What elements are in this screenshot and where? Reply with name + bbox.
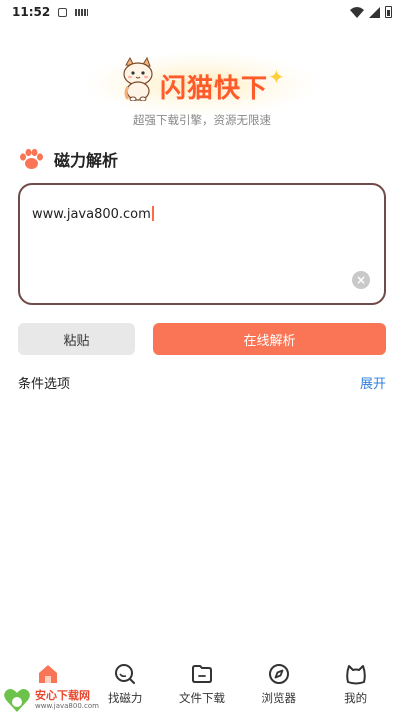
nav-item-profile[interactable]: 我的 xyxy=(320,662,392,706)
home-icon xyxy=(39,665,58,683)
status-right xyxy=(350,6,392,18)
nav-label-find-magnet: 找磁力 xyxy=(107,691,143,705)
cat-mascot-icon xyxy=(123,57,153,101)
filter-options-row: 条件选项 展开 xyxy=(18,372,386,392)
paste-button[interactable]: 粘贴 xyxy=(18,323,135,355)
nav-label-browser: 浏览器 xyxy=(261,691,297,705)
clear-input-icon[interactable]: × xyxy=(352,271,370,289)
logo-title: 闪猫快下 xyxy=(160,74,269,104)
section-title: 磁力解析 xyxy=(54,151,119,170)
watermark-title: 安心下载网 xyxy=(35,689,90,702)
section-header: 磁力解析 xyxy=(18,147,118,171)
watermark: 安心下载网 www.java800.com xyxy=(2,684,106,716)
filter-options-label: 条件选项 xyxy=(18,376,71,392)
status-time: 11:52 xyxy=(12,5,51,19)
signal-icon xyxy=(369,6,380,18)
nav-item-browser[interactable]: 浏览器 xyxy=(243,662,315,706)
nav-label-file-download: 文件下载 xyxy=(178,691,225,705)
status-bar: 11:52 xyxy=(0,0,404,24)
watermark-heart-logo xyxy=(4,689,30,712)
parse-online-button[interactable]: 在线解析 xyxy=(153,323,386,355)
battery-icon xyxy=(385,6,392,18)
search-icon xyxy=(115,664,136,684)
magnet-input-value[interactable]: www.java800.com xyxy=(32,207,151,222)
app-logo: 闪猫快下 ✦ 超强下载引擎，资源无限速 xyxy=(0,52,404,132)
nav-item-file-download[interactable]: 文件下载 xyxy=(166,662,238,706)
paw-icon xyxy=(20,148,43,169)
logo-slogan: 超强下载引擎，资源无限速 xyxy=(133,113,271,127)
magnet-link-input[interactable]: www.java800.com × xyxy=(18,183,386,305)
cat-profile-icon xyxy=(345,665,366,685)
sparkle-icon: ✦ xyxy=(268,65,285,89)
expand-options-link[interactable]: 展开 xyxy=(360,373,386,392)
folder-icon xyxy=(191,665,212,683)
watermark-url: www.java800.com xyxy=(35,702,99,710)
status-left: 11:52 xyxy=(12,5,89,19)
nav-label-profile: 我的 xyxy=(344,691,368,705)
keyboard-icon xyxy=(75,8,89,16)
compass-icon xyxy=(268,664,289,684)
text-cursor xyxy=(151,206,154,221)
wifi-icon xyxy=(350,6,364,18)
watermark-text: 安心下载网 www.java800.com xyxy=(35,689,99,711)
notification-a-icon xyxy=(58,7,68,17)
